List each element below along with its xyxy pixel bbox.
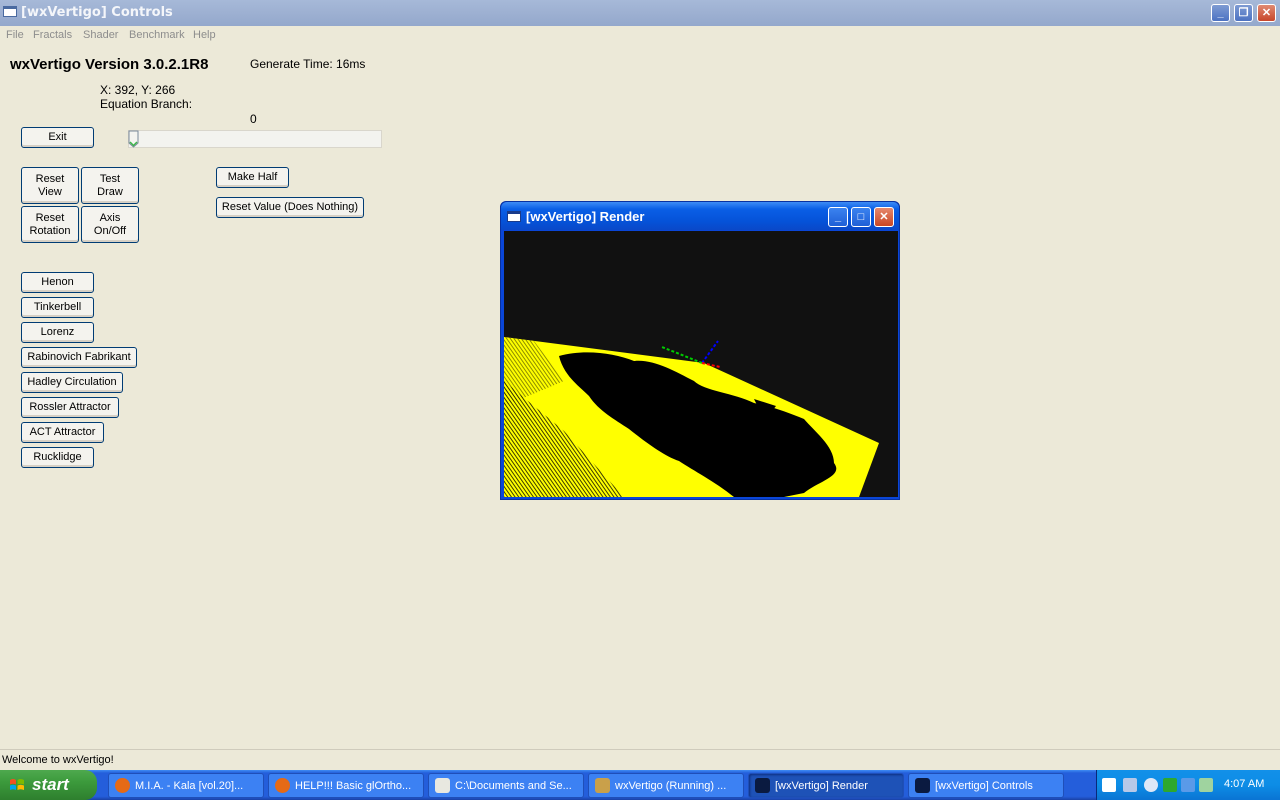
task-controls[interactable]: [wxVertigo] Controls [908, 773, 1064, 798]
window-icon [3, 6, 17, 17]
render-window-icon [507, 211, 521, 222]
clock: 4:07 AM [1224, 778, 1265, 790]
test-draw-button[interactable]: Test Draw [81, 167, 139, 204]
task-notepad[interactable]: C:\Documents and Se... [428, 773, 584, 798]
menu-fractals[interactable]: Fractals [33, 29, 72, 41]
reset-value-button[interactable]: Reset Value (Does Nothing) [216, 197, 364, 218]
window-title: [wxVertigo] Controls [21, 5, 173, 20]
slider-value: 0 [250, 112, 257, 126]
network-icon[interactable] [1123, 778, 1137, 792]
fractal-rabinovich-button[interactable]: Rabinovich Fabrikant [21, 347, 137, 368]
fractal-lorenz-button[interactable]: Lorenz [21, 322, 94, 343]
render-maximize-button[interactable]: □ [851, 207, 871, 227]
axis-z-line [701, 340, 719, 364]
render-title-bar[interactable]: [wxVertigo] Render _ □ ✕ [501, 202, 899, 230]
system-tray: 4:07 AM [1096, 770, 1280, 800]
reset-view-button[interactable]: Reset View [21, 167, 79, 204]
render-minimize-button[interactable]: _ [828, 207, 848, 227]
version-title: wxVertigo Version 3.0.2.1R8 [10, 56, 209, 73]
fractal-tinkerbell-button[interactable]: Tinkerbell [21, 297, 94, 318]
fractal-act-button[interactable]: ACT Attractor [21, 422, 104, 443]
menu-help[interactable]: Help [193, 29, 216, 41]
render-window[interactable]: [wxVertigo] Render _ □ ✕ [500, 201, 900, 500]
firefox-icon [275, 778, 290, 793]
tray-info-icon[interactable] [1181, 778, 1195, 792]
slider-thumb[interactable] [128, 130, 139, 148]
minimize-button[interactable]: _ [1211, 4, 1230, 22]
controls-title-bar[interactable]: [wxVertigo] Controls _ ❐ ✕ [0, 0, 1280, 26]
generate-time: Generate Time: 16ms [250, 57, 366, 71]
fractal-render [504, 337, 879, 497]
restore-button[interactable]: ❐ [1234, 4, 1253, 22]
axis-toggle-button[interactable]: Axis On/Off [81, 206, 139, 243]
windows-flag-icon [10, 779, 24, 790]
render-canvas[interactable] [504, 231, 898, 497]
fractal-henon-button[interactable]: Henon [21, 272, 94, 293]
menu-file[interactable]: File [6, 29, 24, 41]
equation-branch-label: Equation Branch: [100, 97, 193, 111]
close-button[interactable]: ✕ [1257, 4, 1276, 22]
exit-button[interactable]: Exit [21, 127, 94, 148]
wireless-icon[interactable] [1199, 778, 1213, 792]
render-close-button[interactable]: ✕ [874, 207, 894, 227]
task-debugger[interactable]: wxVertigo (Running) ... [588, 773, 744, 798]
notepad-icon [435, 778, 450, 793]
app-icon [915, 778, 930, 793]
task-render[interactable]: [wxVertigo] Render [748, 773, 904, 798]
status-bar: Welcome to wxVertigo! [0, 749, 1280, 770]
menu-shader[interactable]: Shader [83, 29, 118, 41]
fractal-hadley-button[interactable]: Hadley Circulation [21, 372, 123, 393]
reset-rotation-button[interactable]: Reset Rotation [21, 206, 79, 243]
tray-expand-icon[interactable] [1144, 778, 1158, 792]
taskbar: start M.I.A. - Kala [vol.20]... HELP!!! … [0, 770, 1280, 800]
status-text: Welcome to wxVertigo! [2, 754, 114, 766]
debugger-icon [595, 778, 610, 793]
menu-benchmark[interactable]: Benchmark [129, 29, 185, 41]
render-window-title: [wxVertigo] Render [526, 209, 645, 224]
tray-app-icon[interactable] [1163, 778, 1177, 792]
equation-branch-slider[interactable] [128, 130, 382, 148]
fractal-rossler-button[interactable]: Rossler Attractor [21, 397, 119, 418]
menu-bar: File Fractals Shader Benchmark Help [0, 26, 1280, 46]
start-button[interactable]: start [0, 770, 97, 800]
app-icon [755, 778, 770, 793]
task-firefox-mia[interactable]: M.I.A. - Kala [vol.20]... [108, 773, 264, 798]
firefox-icon [115, 778, 130, 793]
make-half-button[interactable]: Make Half [216, 167, 289, 188]
start-label: start [32, 775, 69, 794]
mouse-coords: X: 392, Y: 266 [100, 83, 176, 97]
fractal-rucklidge-button[interactable]: Rucklidge [21, 447, 94, 468]
task-firefox-help[interactable]: HELP!!! Basic glOrtho... [268, 773, 424, 798]
help-icon[interactable] [1102, 778, 1116, 792]
